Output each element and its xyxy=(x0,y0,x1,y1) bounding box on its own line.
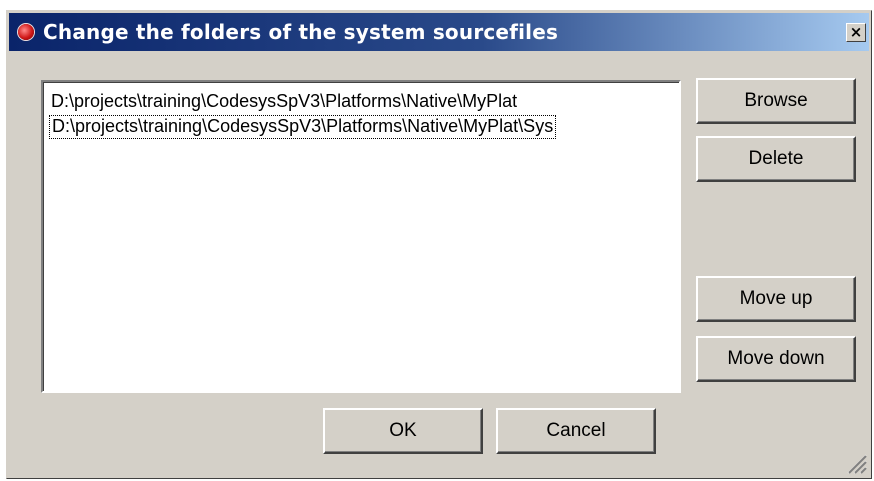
folder-list[interactable]: D:\projects\training\CodesysSpV3\Platfor… xyxy=(41,80,681,393)
move-up-button[interactable]: Move up xyxy=(696,276,856,322)
ok-button[interactable]: OK xyxy=(323,408,483,454)
cancel-button[interactable]: Cancel xyxy=(496,408,656,454)
close-icon[interactable]: × xyxy=(846,23,866,42)
delete-button[interactable]: Delete xyxy=(696,136,856,182)
title-bar[interactable]: Change the folders of the system sourcef… xyxy=(9,13,869,51)
dialog-title: Change the folders of the system sourcef… xyxy=(43,20,559,44)
browse-button[interactable]: Browse xyxy=(696,78,856,124)
move-down-button[interactable]: Move down xyxy=(696,336,856,382)
folders-dialog: Change the folders of the system sourcef… xyxy=(6,10,872,479)
resize-grip-icon[interactable] xyxy=(845,452,867,474)
list-item[interactable]: D:\projects\training\CodesysSpV3\Platfor… xyxy=(49,90,519,114)
list-item-focused[interactable]: D:\projects\training\CodesysSpV3\Platfor… xyxy=(49,115,557,139)
app-icon xyxy=(18,24,34,40)
